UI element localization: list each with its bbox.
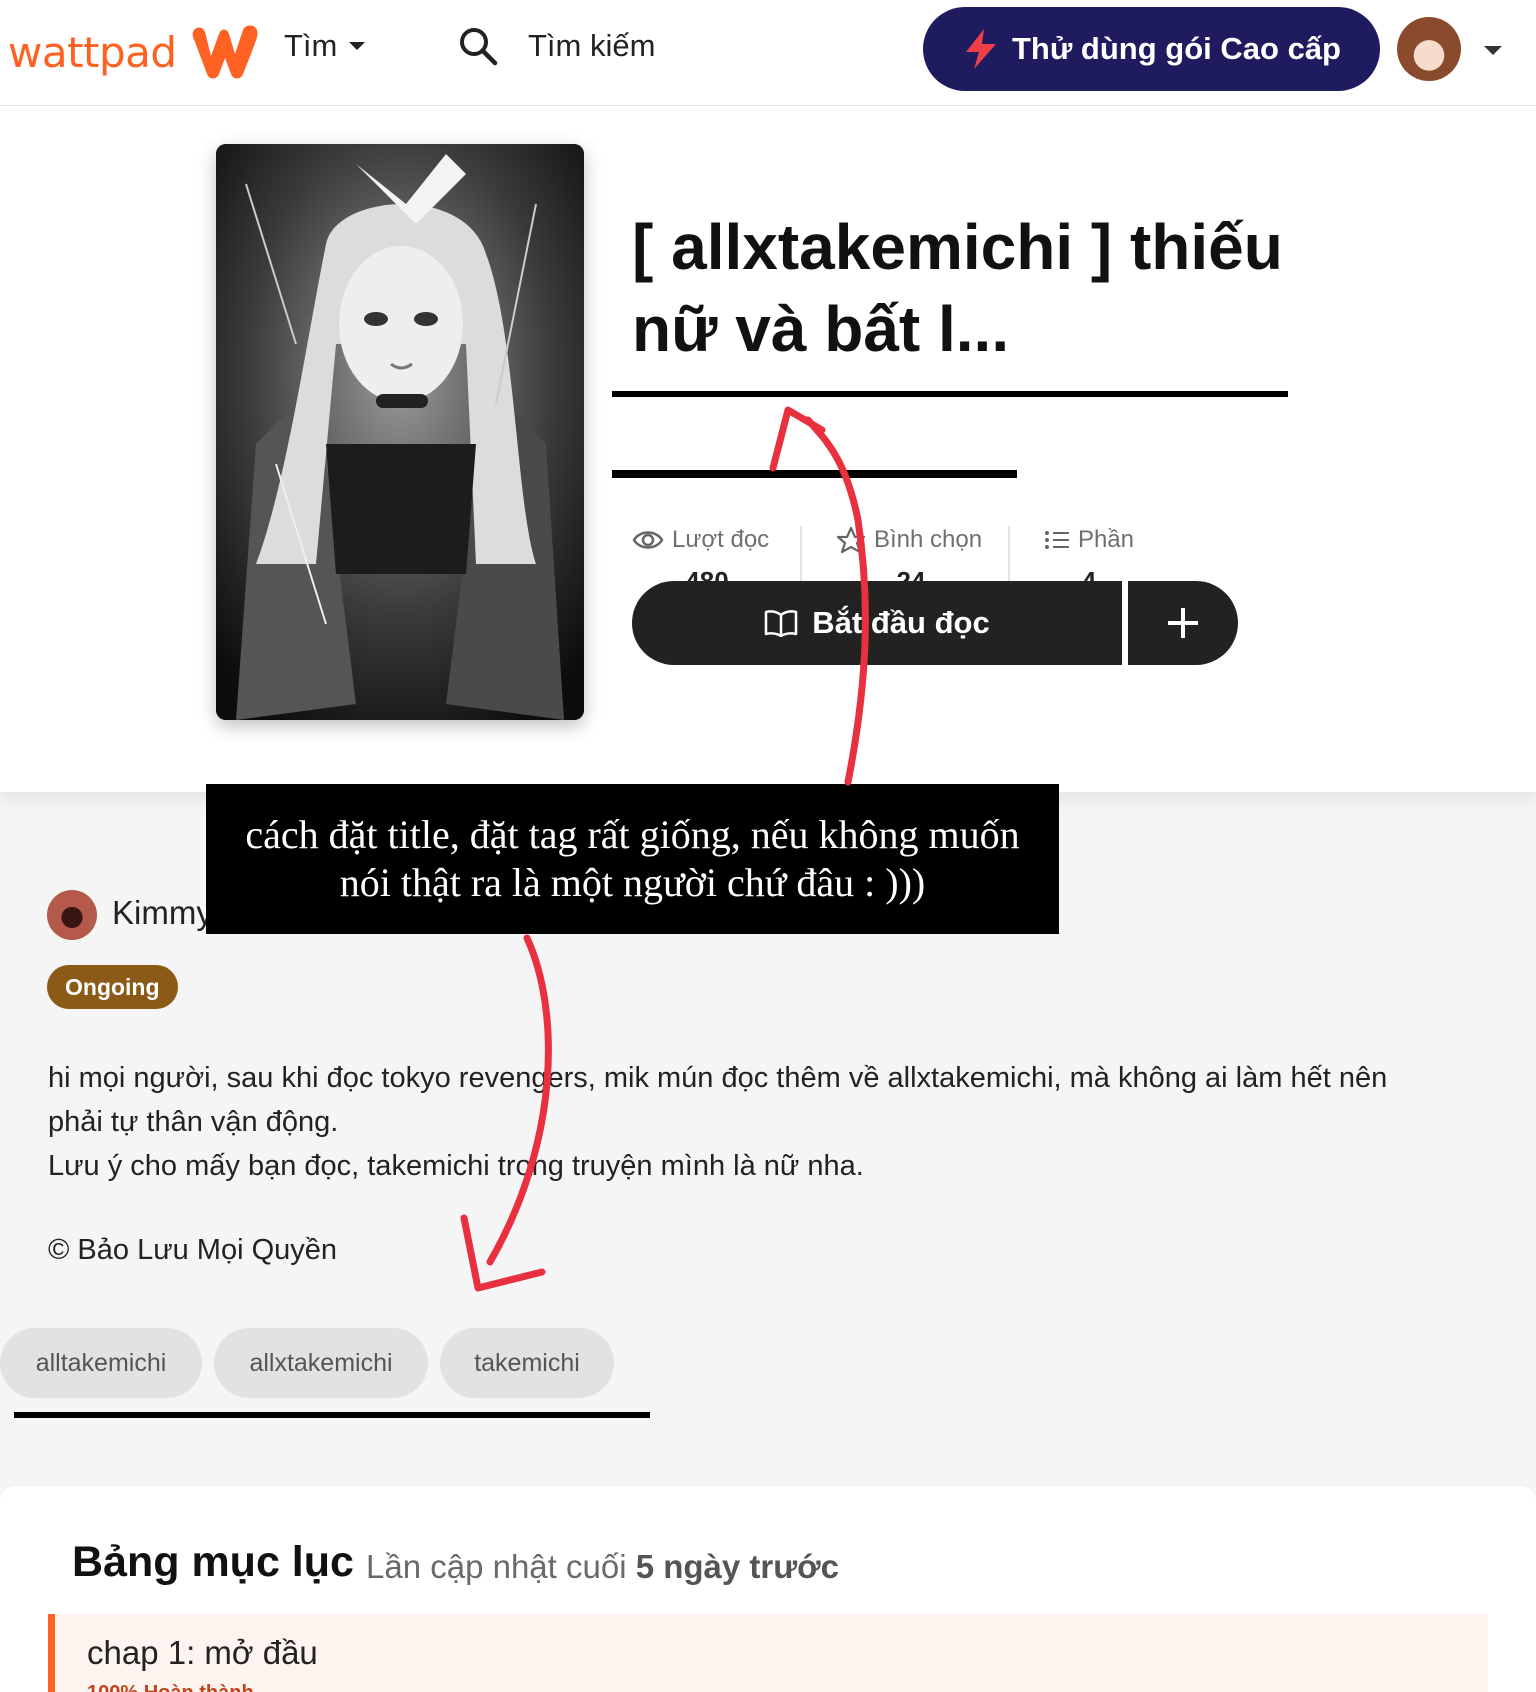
book-icon	[765, 610, 798, 637]
eye-icon	[632, 531, 664, 549]
author-name[interactable]: Kimmy	[112, 894, 213, 932]
chapter-title: chap 1: mở đầu	[87, 1634, 318, 1671]
list-icon	[1044, 531, 1069, 549]
toc-title: Bảng mục lục	[72, 1538, 354, 1586]
logo-text: wattpad	[8, 27, 177, 77]
description-line: hi mọi người, sau khi đọc tokyo revenger…	[48, 1062, 1388, 1094]
description-line: phải tự thân vận động.	[48, 1106, 339, 1138]
cover-illustration	[216, 144, 584, 720]
story-cover-image	[216, 144, 584, 720]
status-badge: Ongoing	[47, 965, 178, 1009]
start-reading-button[interactable]: Bắt đầu đọc	[632, 581, 1122, 665]
toc-updated-value: 5 ngày trước	[635, 1548, 839, 1585]
reads-label: Lượt đọc	[672, 526, 770, 553]
toc-last-updated: Lần cập nhật cuối 5 ngày trước	[366, 1548, 839, 1586]
try-premium-button[interactable]: Thử dùng gói Cao cấp	[923, 7, 1380, 91]
toc-updated-prefix: Lần cập nhật cuối	[366, 1548, 627, 1585]
description-line: Lưu ý cho mấy bạn đọc, takemichi trong t…	[48, 1150, 864, 1182]
wattpad-logo[interactable]: wattpad	[8, 20, 263, 84]
search-label: Tìm kiếm	[528, 28, 656, 63]
story-description: hi mọi người, sau khi đọc tokyo revenger…	[48, 1056, 1508, 1188]
annotation-caption-box: cách đặt title, đặt tag rất giống, nếu k…	[206, 784, 1059, 934]
parts-label: Phần	[1077, 526, 1134, 553]
user-avatar[interactable]	[1397, 17, 1461, 81]
copyright-notice: © Bảo Lưu Mọi Quyền	[48, 1234, 338, 1266]
votes-label: Bình chọn	[874, 526, 983, 553]
wattpad-w-icon	[192, 25, 258, 79]
chevron-down-icon	[349, 42, 366, 50]
tag-alltakemichi[interactable]: alltakemichi	[0, 1328, 202, 1398]
browse-menu[interactable]: Tìm	[284, 28, 366, 64]
table-of-contents: Bảng mục lục Lần cập nhật cuối 5 ngày tr…	[0, 1486, 1536, 1692]
story-header: [ allxtakemichi ] thiếu nữ và bất l... L…	[0, 106, 1536, 792]
star-icon	[836, 526, 866, 554]
search-icon	[460, 28, 498, 66]
start-reading-label: Bắt đầu đọc	[812, 605, 990, 640]
title-underline-annotation	[612, 391, 1288, 397]
toc-chapter-item[interactable]: chap 1: mở đầu 100% Hoàn thành	[48, 1614, 1488, 1692]
story-title: [ allxtakemichi ] thiếu nữ và bất l...	[632, 211, 1283, 365]
chapter-progress: 100% Hoàn thành	[87, 1682, 254, 1692]
top-navigation-bar: wattpad Tìm Tìm kiếm Thử dùng gói Cao cấ…	[0, 0, 1536, 106]
lightning-icon	[966, 29, 996, 69]
title-underline-annotation	[612, 470, 1017, 478]
annotation-caption: cách đặt title, đặt tag rất giống, nếu k…	[245, 812, 1020, 905]
account-chevron-down-icon[interactable]	[1484, 46, 1502, 55]
browse-label: Tìm	[284, 28, 338, 63]
author-avatar[interactable]	[47, 890, 97, 940]
annotation-arrowhead-down	[460, 1214, 546, 1292]
tags-underline-annotation	[14, 1412, 650, 1418]
tag-takemichi[interactable]: takemichi	[440, 1328, 614, 1398]
search-bar[interactable]: Tìm kiếm	[458, 26, 655, 66]
tag-allxtakemichi[interactable]: allxtakemichi	[214, 1328, 428, 1398]
plus-icon	[1168, 608, 1198, 638]
premium-label: Thử dùng gói Cao cấp	[1012, 31, 1341, 66]
add-to-library-button[interactable]	[1128, 581, 1238, 665]
